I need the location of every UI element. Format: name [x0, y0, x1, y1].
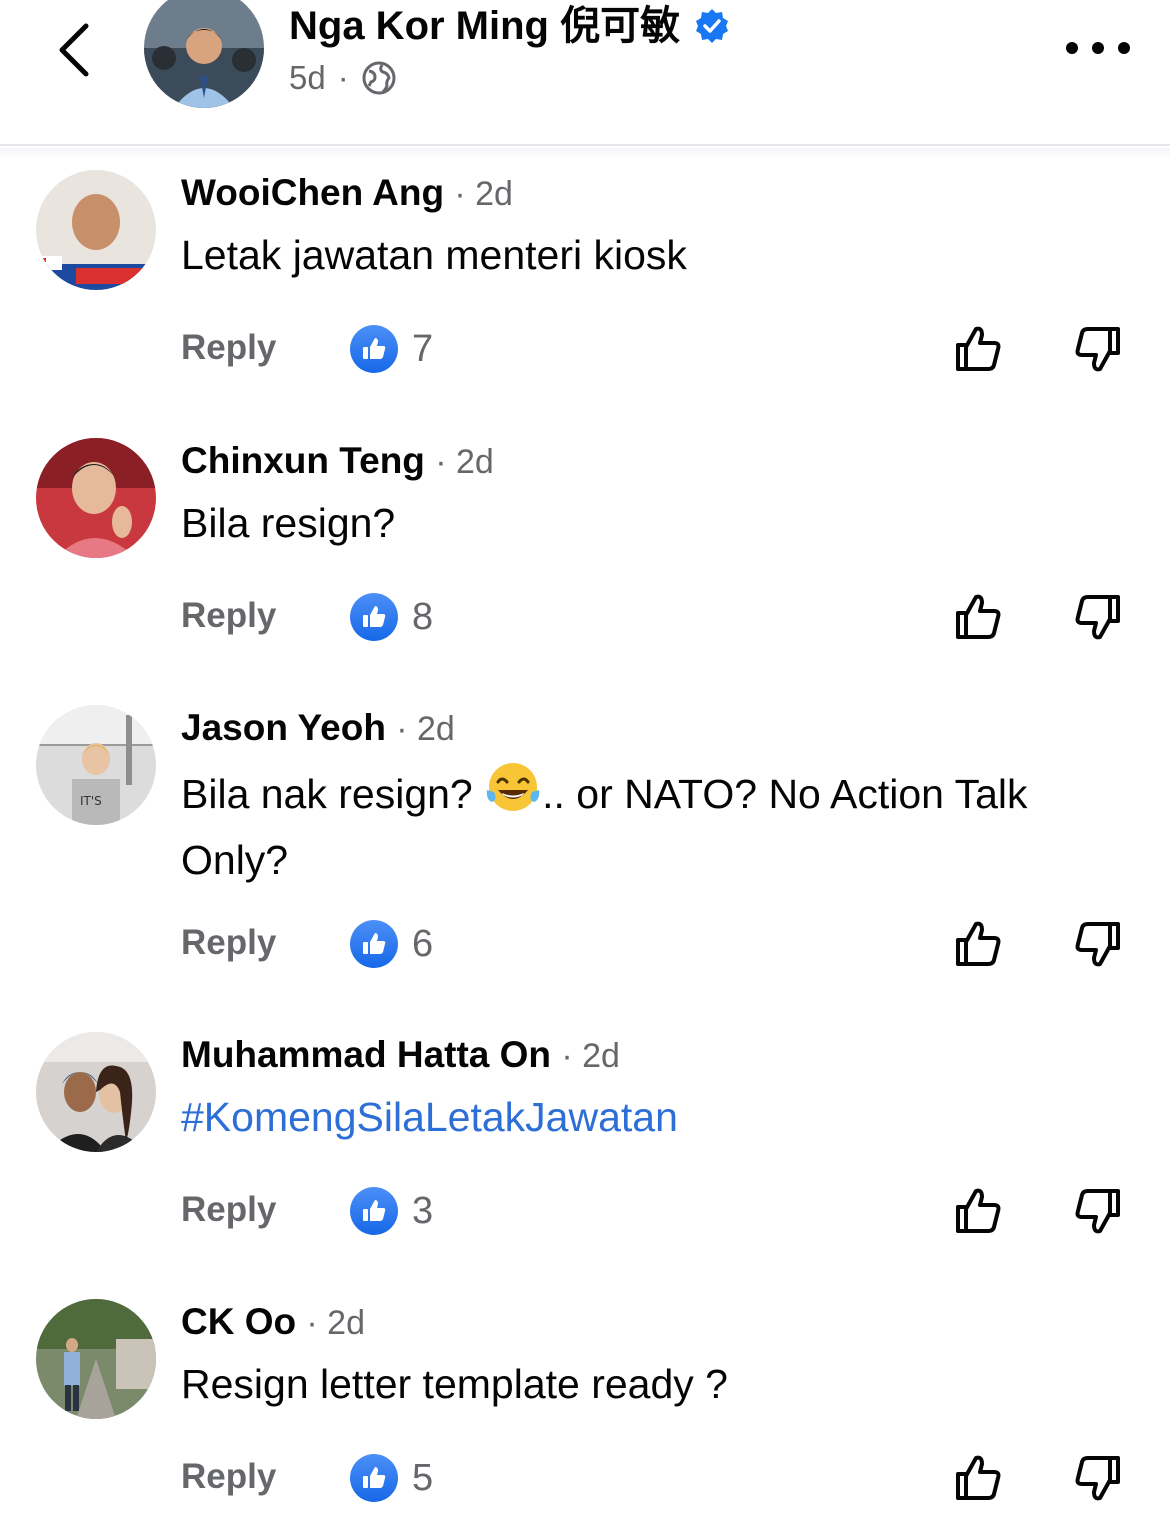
thumbs-down-icon	[1075, 595, 1120, 640]
chevron-left-icon	[59, 23, 89, 77]
comment-header: CK Oo · 2d	[181, 1299, 365, 1346]
commenter-avatar[interactable]	[36, 1299, 156, 1419]
comment-actions: Reply 5	[0, 1448, 1170, 1508]
svg-text:IT'S: IT'S	[80, 794, 102, 808]
meta-separator: ·	[337, 59, 349, 96]
more-dot-icon	[1066, 42, 1078, 54]
upvote-button[interactable]	[950, 1183, 1006, 1239]
like-reaction-icon[interactable]	[350, 1187, 398, 1235]
thumbs-up-icon	[956, 1188, 1001, 1233]
commenter-name[interactable]: CK Oo	[181, 1301, 296, 1342]
post-header: Nga Kor Ming 倪可敏 5d ·	[0, 0, 1170, 146]
more-dot-icon	[1118, 42, 1130, 54]
like-count[interactable]: 3	[412, 1187, 433, 1235]
comment-header: WooiChen Ang · 2d	[181, 170, 513, 217]
commenter-avatar[interactable]: IT'S	[36, 705, 156, 825]
comment-actions: Reply 6	[0, 914, 1170, 974]
thumbs-down-icon	[1075, 922, 1120, 967]
laughing-tears-emoji-icon	[484, 760, 542, 830]
hashtag-link[interactable]: #KomengSilaLetakJawatan	[181, 1087, 1141, 1147]
page-name[interactable]: Nga Kor Ming 倪可敏	[289, 0, 730, 52]
like-count[interactable]: 5	[412, 1454, 433, 1502]
reply-button[interactable]: Reply	[181, 1454, 276, 1500]
post-meta: 5d ·	[289, 56, 397, 100]
reply-button[interactable]: Reply	[181, 593, 276, 639]
like-reaction-icon[interactable]	[350, 325, 398, 373]
upvote-button[interactable]	[950, 1450, 1006, 1506]
comment-text: Bila resign?	[181, 500, 396, 546]
thumbs-up-icon	[956, 921, 1001, 966]
page-avatar[interactable]	[144, 0, 264, 108]
reply-button[interactable]: Reply	[181, 920, 276, 966]
more-dot-icon	[1092, 42, 1104, 54]
like-reaction-icon[interactable]	[350, 920, 398, 968]
comment-time[interactable]: · 2d	[435, 443, 494, 481]
like-reaction-icon[interactable]	[350, 1454, 398, 1502]
comment-actions: Reply 7	[0, 319, 1170, 379]
comment-text-part: Bila nak resign?	[181, 771, 485, 817]
thumbs-up-icon	[956, 594, 1001, 639]
comment-actions: Reply 8	[0, 587, 1170, 647]
more-options-button[interactable]	[1066, 30, 1130, 66]
upvote-button[interactable]	[950, 916, 1006, 972]
thumbs-up-icon	[956, 1455, 1001, 1500]
downvote-button[interactable]	[1070, 321, 1126, 377]
thumbs-down-icon	[1075, 1189, 1120, 1234]
downvote-button[interactable]	[1070, 916, 1126, 972]
upvote-button[interactable]	[950, 321, 1006, 377]
comment-time[interactable]: · 2d	[396, 710, 455, 748]
commenter-name[interactable]: WooiChen Ang	[181, 172, 444, 213]
reply-button[interactable]: Reply	[181, 1187, 276, 1233]
upvote-button[interactable]	[950, 589, 1006, 645]
comment-header: Jason Yeoh · 2d	[181, 705, 455, 752]
comment-actions: Reply 3	[0, 1181, 1170, 1241]
thumbs-down-icon	[1075, 327, 1120, 372]
comment-text: Resign letter template ready ?	[181, 1361, 728, 1407]
verified-badge-icon	[694, 8, 730, 44]
comment-time[interactable]: · 2d	[306, 1304, 365, 1342]
comment-text: Bila nak resign? .. or NATO? No Action T…	[181, 760, 1141, 890]
commenter-avatar[interactable]	[36, 438, 156, 558]
comment-time[interactable]: · 2d	[454, 175, 513, 213]
like-count[interactable]: 7	[412, 325, 433, 373]
post-age[interactable]: 5d	[289, 56, 326, 100]
header-divider	[0, 148, 1170, 158]
thumbs-down-icon	[1075, 1456, 1120, 1501]
comment-text: Letak jawatan menteri kiosk	[181, 232, 687, 278]
comment-time[interactable]: · 2d	[561, 1037, 620, 1075]
thumbs-up-icon	[956, 326, 1001, 371]
commenter-name[interactable]: Chinxun Teng	[181, 440, 425, 481]
commenter-avatar[interactable]	[36, 1032, 156, 1152]
downvote-button[interactable]	[1070, 1450, 1126, 1506]
downvote-button[interactable]	[1070, 1183, 1126, 1239]
like-reaction-icon[interactable]	[350, 593, 398, 641]
comment-header: Muhammad Hatta On · 2d	[181, 1032, 620, 1079]
downvote-button[interactable]	[1070, 589, 1126, 645]
back-button[interactable]	[44, 20, 104, 80]
page-name-text[interactable]: Nga Kor Ming 倪可敏	[289, 0, 680, 52]
reply-button[interactable]: Reply	[181, 325, 276, 371]
commenter-avatar[interactable]	[36, 170, 156, 290]
commenter-name[interactable]: Muhammad Hatta On	[181, 1034, 551, 1075]
comment-header: Chinxun Teng · 2d	[181, 438, 494, 485]
like-count[interactable]: 6	[412, 920, 433, 968]
like-count[interactable]: 8	[412, 593, 433, 641]
globe-icon	[362, 61, 396, 95]
commenter-name[interactable]: Jason Yeoh	[181, 707, 386, 748]
